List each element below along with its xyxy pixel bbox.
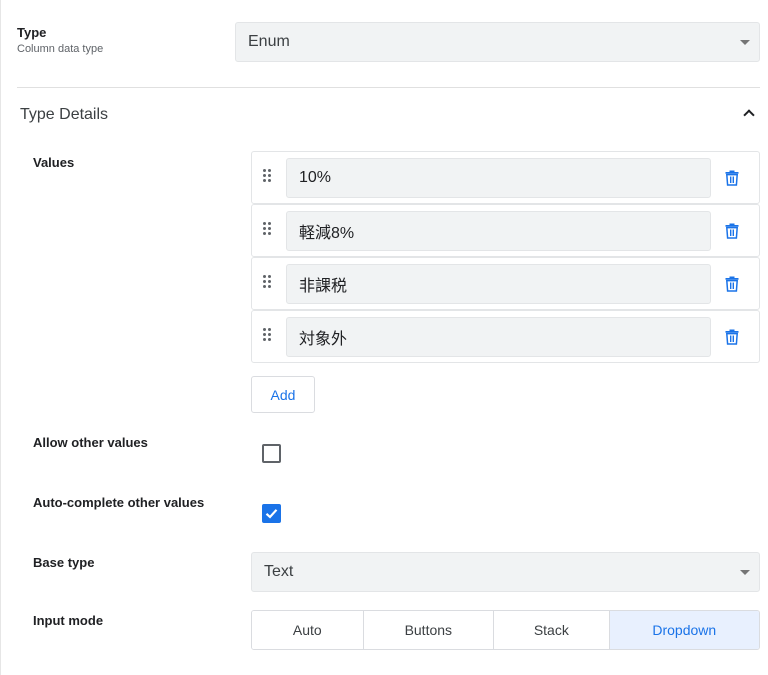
drag-handle-icon[interactable] xyxy=(263,275,273,289)
input-mode-auto[interactable]: Auto xyxy=(252,611,364,649)
autocomplete-other-values-label: Auto-complete other values xyxy=(33,495,205,510)
add-value-button[interactable]: Add xyxy=(251,376,315,413)
trash-icon[interactable] xyxy=(725,276,739,292)
base-type-select-value: Text xyxy=(264,563,294,580)
values-label: Values xyxy=(33,155,75,170)
trash-icon[interactable] xyxy=(725,329,739,345)
input-mode-label: Input mode xyxy=(33,613,104,628)
checkmark-icon xyxy=(265,509,278,519)
base-type-label: Base type xyxy=(33,555,95,570)
drag-handle-icon[interactable] xyxy=(263,169,273,183)
value-input[interactable]: 軽減8% xyxy=(286,211,711,251)
drag-handle-icon[interactable] xyxy=(263,222,273,236)
value-row: 対象外 xyxy=(251,310,760,363)
section-divider xyxy=(17,87,760,88)
allow-other-values-checkbox[interactable] xyxy=(262,444,281,463)
value-input[interactable]: 10% xyxy=(286,158,711,198)
type-details-title[interactable]: Type Details xyxy=(20,106,108,124)
type-label: Type xyxy=(17,25,47,40)
value-row: 10% xyxy=(251,151,760,204)
input-mode-segmented-control: Auto Buttons Stack Dropdown xyxy=(251,610,760,650)
type-select[interactable]: Enum xyxy=(235,22,760,62)
input-mode-dropdown[interactable]: Dropdown xyxy=(609,611,759,649)
caret-down-icon xyxy=(740,40,750,45)
chevron-up-icon[interactable] xyxy=(743,109,755,121)
value-row: 軽減8% xyxy=(251,204,760,257)
input-mode-buttons[interactable]: Buttons xyxy=(363,611,495,649)
trash-icon[interactable] xyxy=(725,170,739,186)
allow-other-values-label: Allow other values xyxy=(33,435,148,450)
value-input[interactable]: 対象外 xyxy=(286,317,711,357)
type-sublabel: Column data type xyxy=(17,43,104,55)
type-select-value: Enum xyxy=(248,33,290,50)
value-row: 非課税 xyxy=(251,257,760,310)
base-type-select[interactable]: Text xyxy=(251,552,760,592)
input-mode-stack[interactable]: Stack xyxy=(494,611,610,649)
value-input[interactable]: 非課税 xyxy=(286,264,711,304)
trash-icon[interactable] xyxy=(725,223,739,239)
panel-left-border xyxy=(0,0,1,675)
autocomplete-other-values-checkbox[interactable] xyxy=(262,504,281,523)
drag-handle-icon[interactable] xyxy=(263,328,273,342)
caret-down-icon xyxy=(740,570,750,575)
